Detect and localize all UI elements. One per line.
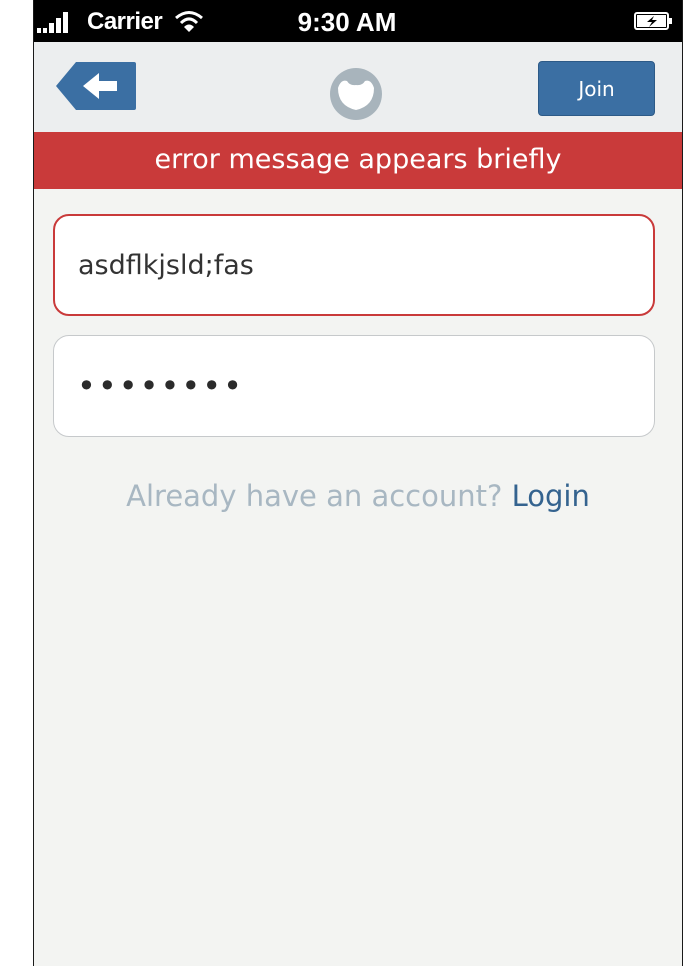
status-bar: Carrier 9:30 AM	[34, 0, 682, 42]
status-time: 9:30 AM	[297, 7, 397, 37]
back-button[interactable]	[54, 60, 136, 112]
password-field[interactable]	[53, 335, 655, 437]
app-logo-icon	[330, 68, 382, 120]
error-banner: error message appears briefly	[34, 132, 682, 189]
phone-screen: Carrier 9:30 AM Join error message appea…	[33, 0, 683, 966]
login-prompt: Already have an account? Login	[34, 479, 682, 513]
login-question: Already have an account?	[126, 479, 503, 513]
login-link[interactable]: Login	[512, 479, 590, 513]
join-button[interactable]: Join	[538, 61, 655, 116]
navigation-bar: Join	[34, 42, 682, 132]
battery-charging-icon	[634, 12, 672, 30]
username-field[interactable]	[53, 214, 655, 316]
